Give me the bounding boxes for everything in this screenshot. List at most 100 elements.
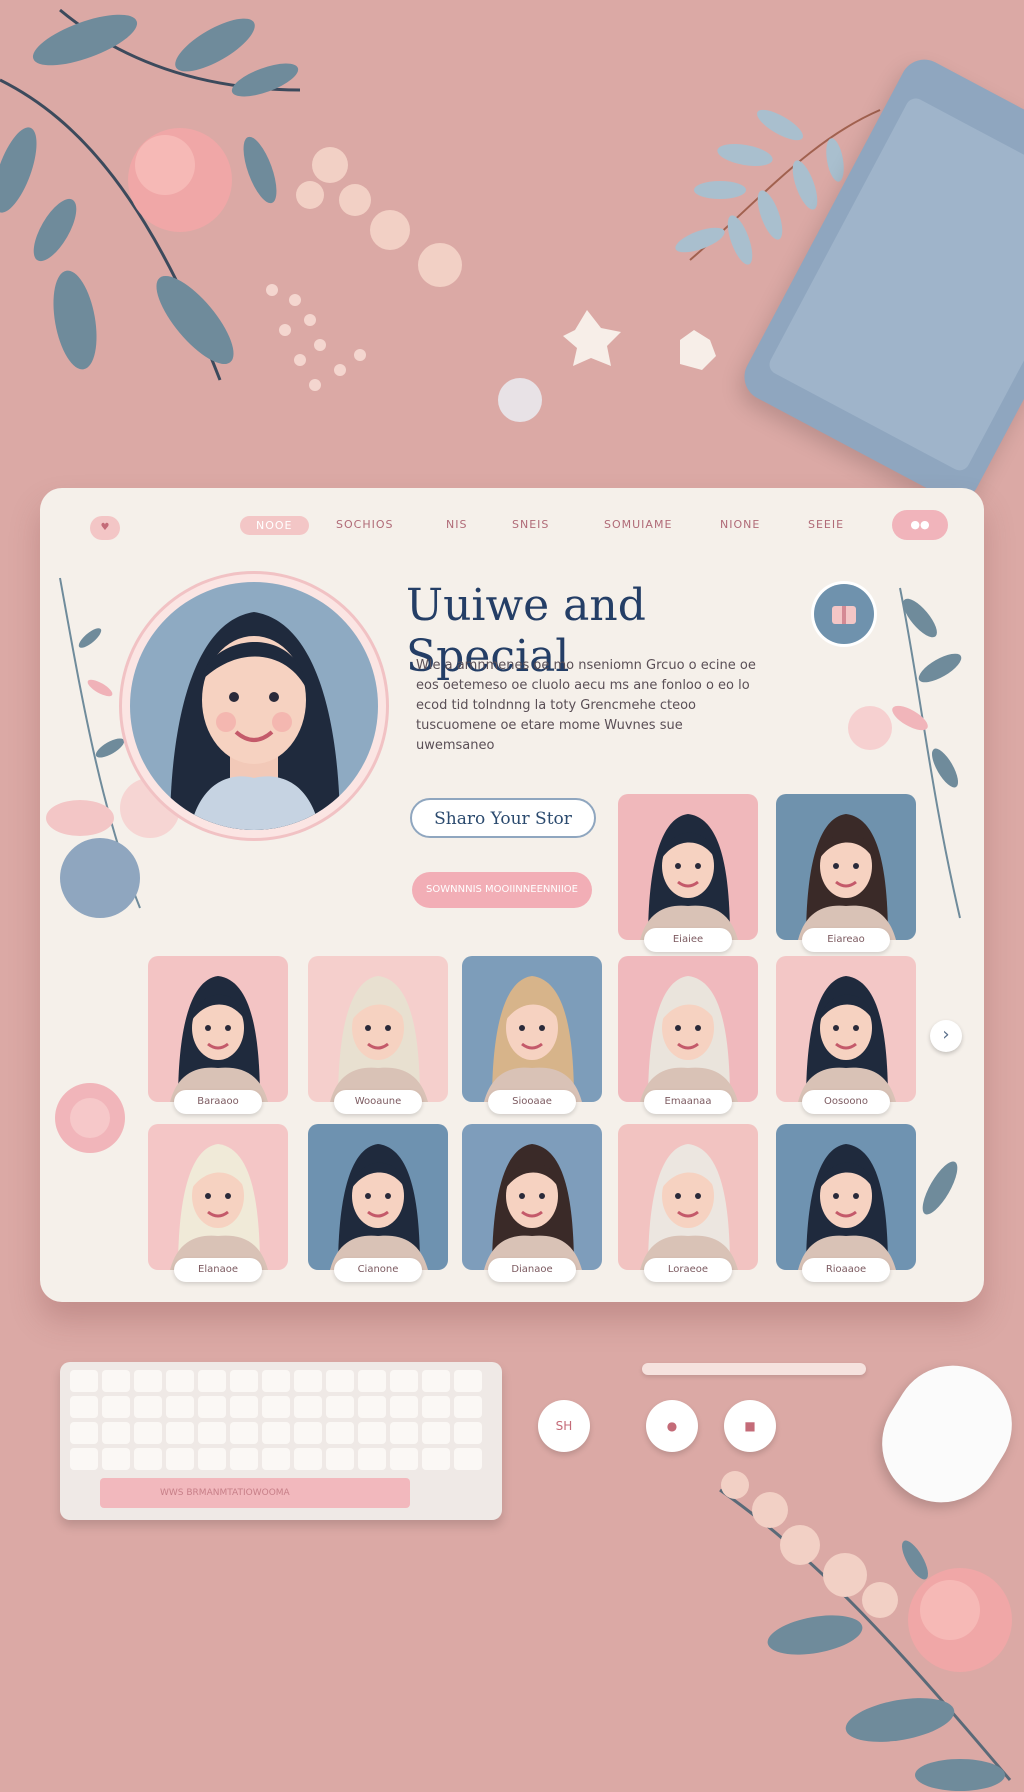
keyboard-key[interactable]	[198, 1448, 226, 1470]
keyboard-key[interactable]	[358, 1448, 386, 1470]
stylus-pen	[642, 1363, 866, 1375]
keyboard-key[interactable]	[326, 1448, 354, 1470]
keyboard-key[interactable]	[134, 1448, 162, 1470]
story-card[interactable]: Baraaoo	[148, 956, 288, 1114]
keyboard-key[interactable]	[454, 1448, 482, 1470]
keyboard-key[interactable]	[166, 1448, 194, 1470]
keyboard-key[interactable]	[294, 1422, 322, 1444]
keyboard-key[interactable]	[134, 1370, 162, 1392]
keyboard-key[interactable]	[422, 1422, 450, 1444]
chevron-right-icon[interactable]: ›	[930, 1020, 962, 1052]
keyboard-key[interactable]	[262, 1448, 290, 1470]
keyboard-key[interactable]	[390, 1448, 418, 1470]
story-card-name: Elanaoe	[174, 1258, 262, 1282]
keyboard-key[interactable]	[70, 1370, 98, 1392]
keyboard-key[interactable]	[230, 1396, 258, 1418]
woman-portrait-icon	[798, 976, 896, 1102]
keyboard-key[interactable]	[294, 1396, 322, 1418]
keyboard-key[interactable]	[230, 1448, 258, 1470]
keyboard-key[interactable]	[262, 1370, 290, 1392]
woman-portrait-icon	[330, 976, 428, 1102]
story-card-name: Eiaiee	[644, 928, 732, 952]
profile-icon[interactable]: SH	[538, 1400, 590, 1452]
chat-icon[interactable]: ●	[646, 1400, 698, 1452]
woman-portrait-icon	[798, 1144, 896, 1270]
keyboard-key[interactable]	[198, 1370, 226, 1392]
woman-portrait-icon	[640, 976, 738, 1102]
woman-portrait-icon	[640, 814, 738, 940]
pearl-beads-icon	[266, 284, 366, 391]
keyboard-key[interactable]	[230, 1370, 258, 1392]
story-card[interactable]: Eiaiee	[618, 794, 758, 952]
keyboard-key[interactable]	[326, 1396, 354, 1418]
hero-portrait	[122, 574, 386, 838]
nav-item-community[interactable]: SOMUIAME	[604, 518, 672, 531]
nav-item-nis[interactable]: NIS	[446, 518, 467, 531]
nav-action-button[interactable]: ●●	[892, 510, 948, 540]
story-card[interactable]: Siooaae	[462, 956, 602, 1114]
keyboard-key[interactable]	[134, 1422, 162, 1444]
keyboard-key[interactable]	[134, 1396, 162, 1418]
keyboard-key[interactable]	[390, 1422, 418, 1444]
keyboard-key[interactable]	[102, 1396, 130, 1418]
keyboard-key[interactable]	[198, 1396, 226, 1418]
keyboard-key[interactable]	[390, 1370, 418, 1392]
keyboard-key[interactable]	[102, 1422, 130, 1444]
story-card[interactable]: Emaanaa	[618, 956, 758, 1114]
secondary-button[interactable]: SOWNNNIS MOOIINNEENNIIOE	[412, 872, 592, 908]
keyboard-key[interactable]	[454, 1422, 482, 1444]
story-card[interactable]: Rioaaoe	[776, 1124, 916, 1282]
story-card-name: Siooaae	[488, 1090, 576, 1114]
woman-portrait-icon	[330, 1144, 428, 1270]
keyboard-key[interactable]	[454, 1370, 482, 1392]
keyboard-key[interactable]	[166, 1422, 194, 1444]
keyboard-key[interactable]	[294, 1448, 322, 1470]
story-card-name: Loraeoe	[644, 1258, 732, 1282]
keyboard-key[interactable]	[454, 1396, 482, 1418]
woman-portrait-icon	[798, 814, 896, 940]
story-card[interactable]: Oosoono	[776, 956, 916, 1114]
keyboard-key[interactable]	[326, 1370, 354, 1392]
keyboard-key[interactable]	[422, 1396, 450, 1418]
camera-icon[interactable]: ■	[724, 1400, 776, 1452]
story-card[interactable]: Cianone	[308, 1124, 448, 1282]
woman-portrait-icon	[170, 976, 268, 1102]
story-card[interactable]: Dianaoe	[462, 1124, 602, 1282]
keyboard-key[interactable]	[166, 1396, 194, 1418]
keyboard-key[interactable]	[70, 1396, 98, 1418]
share-your-story-button[interactable]: Sharo Your Stor	[410, 798, 596, 838]
nav-item-seeie[interactable]: SEEIE	[808, 518, 844, 531]
bottom-pink-flowers-icon	[719, 1471, 1012, 1791]
keyboard-key[interactable]	[70, 1448, 98, 1470]
story-card-name: Cianone	[334, 1258, 422, 1282]
top-nav: ♥ NOOE SOCHIOS NIS SNEIS SOMUIAME NIONE …	[40, 488, 984, 548]
story-card[interactable]: Eiareao	[776, 794, 916, 952]
heart-logo-icon[interactable]: ♥	[90, 516, 120, 540]
keyboard-key[interactable]	[70, 1422, 98, 1444]
keyboard-key[interactable]	[390, 1396, 418, 1418]
keyboard-key[interactable]	[102, 1448, 130, 1470]
featured-avatar-badge[interactable]	[814, 584, 874, 644]
nav-item-home[interactable]: NOOE	[240, 516, 309, 535]
woman-portrait-icon	[484, 976, 582, 1102]
keyboard-key[interactable]	[358, 1422, 386, 1444]
keyboard-key[interactable]	[166, 1370, 194, 1392]
keyboard-key[interactable]	[102, 1370, 130, 1392]
keyboard-key[interactable]	[198, 1422, 226, 1444]
keyboard-key[interactable]	[358, 1396, 386, 1418]
keyboard-key[interactable]	[262, 1396, 290, 1418]
story-card[interactable]: Loraeoe	[618, 1124, 758, 1282]
keyboard-key[interactable]	[422, 1370, 450, 1392]
story-card[interactable]: Wooaune	[308, 956, 448, 1114]
keyboard-key[interactable]	[326, 1422, 354, 1444]
keyboard-key[interactable]	[358, 1370, 386, 1392]
keyboard-key[interactable]	[262, 1422, 290, 1444]
nav-item-sneis[interactable]: SNEIS	[512, 518, 549, 531]
keyboard-key[interactable]	[230, 1422, 258, 1444]
keyboard-key[interactable]	[294, 1370, 322, 1392]
nav-item-stories[interactable]: SOCHIOS	[336, 518, 393, 531]
gift-icon	[832, 606, 856, 624]
story-card[interactable]: Elanaoe	[148, 1124, 288, 1282]
keyboard-key[interactable]	[422, 1448, 450, 1470]
nav-item-nione[interactable]: NIONE	[720, 518, 760, 531]
